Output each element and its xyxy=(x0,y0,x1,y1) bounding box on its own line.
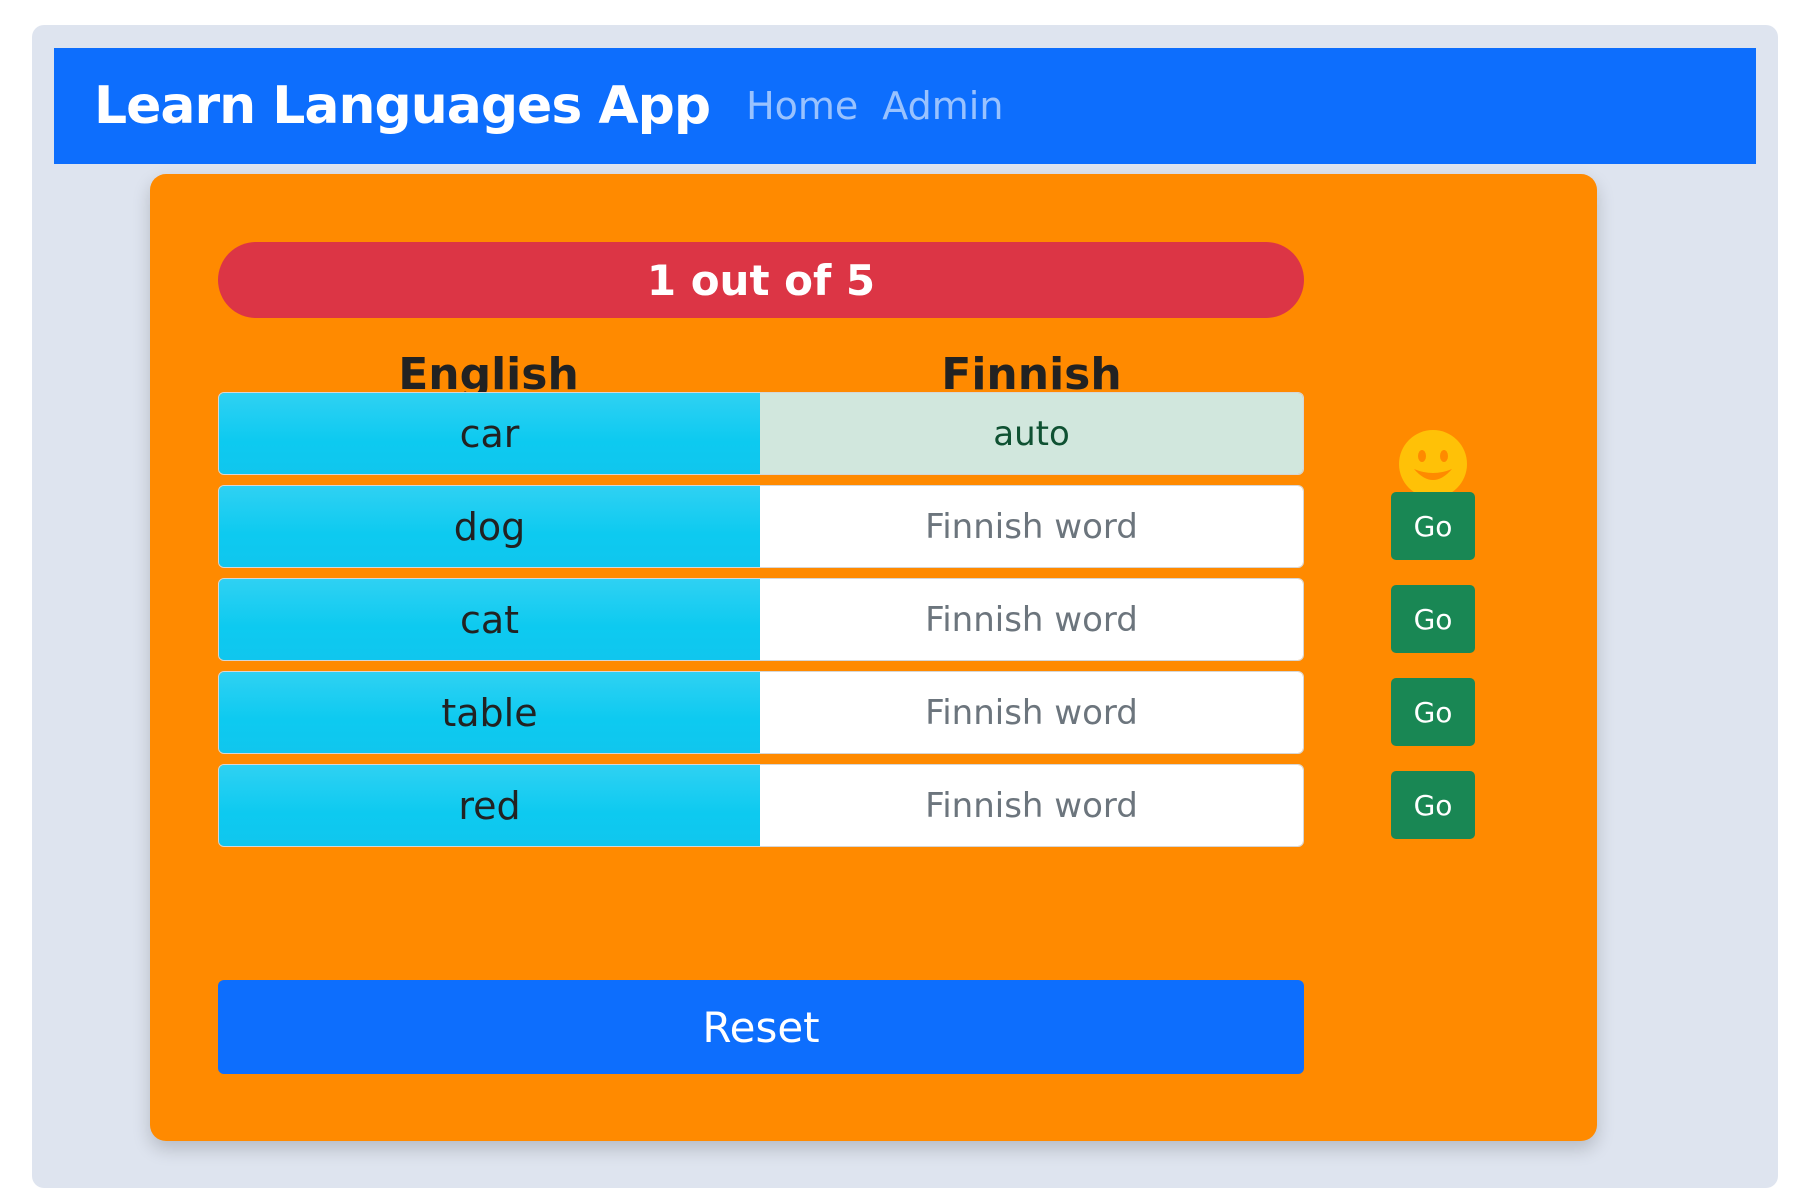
english-word: red xyxy=(219,765,760,846)
smiley-face-icon xyxy=(1399,430,1467,498)
finnish-input-cell xyxy=(760,486,1303,567)
english-word: table xyxy=(219,672,760,753)
finnish-input-cell xyxy=(760,672,1303,753)
finnish-input-cell xyxy=(760,765,1303,846)
progress-badge: 1 out of 5 xyxy=(218,242,1304,318)
finnish-answer: auto xyxy=(760,393,1303,474)
navbar: Learn Languages App Home Admin xyxy=(54,48,1756,164)
english-word: car xyxy=(219,393,760,474)
english-word: cat xyxy=(219,579,760,660)
go-button[interactable]: Go xyxy=(1391,678,1475,746)
app-brand[interactable]: Learn Languages App xyxy=(94,76,711,136)
reset-button[interactable]: Reset xyxy=(218,980,1304,1074)
finnish-word-input[interactable] xyxy=(760,765,1303,846)
word-row: cat xyxy=(218,578,1304,661)
go-button[interactable]: Go xyxy=(1391,492,1475,560)
quiz-card: 1 out of 5 English Finnish car auto dog … xyxy=(150,174,1597,1141)
finnish-word-input[interactable] xyxy=(760,579,1303,660)
english-word: dog xyxy=(219,486,760,567)
word-row: car auto xyxy=(218,392,1304,475)
nav-link-home[interactable]: Home xyxy=(746,84,858,128)
word-row: red xyxy=(218,764,1304,847)
nav-link-admin[interactable]: Admin xyxy=(882,84,1003,128)
word-row: table xyxy=(218,671,1304,754)
word-row: dog xyxy=(218,485,1304,568)
finnish-input-cell xyxy=(760,579,1303,660)
go-button[interactable]: Go xyxy=(1391,771,1475,839)
finnish-word-input[interactable] xyxy=(760,672,1303,753)
finnish-word-input[interactable] xyxy=(760,486,1303,567)
go-button[interactable]: Go xyxy=(1391,585,1475,653)
